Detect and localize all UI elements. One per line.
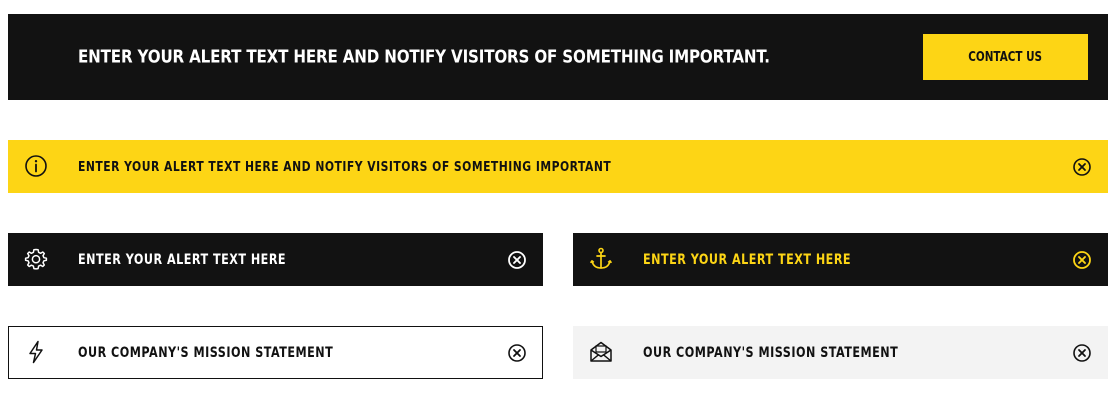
alert-banner-info: ENTER YOUR ALERT TEXT HERE AND NOTIFY VI… xyxy=(8,140,1108,193)
alert-text: ENTER YOUR ALERT TEXT HERE AND NOTIFY VI… xyxy=(78,46,770,68)
alert-text: ENTER YOUR ALERT TEXT HERE xyxy=(78,251,287,268)
lightning-icon xyxy=(23,339,49,365)
alert-text: OUR COMPANY'S MISSION STATEMENT xyxy=(643,344,899,361)
close-circle-icon[interactable] xyxy=(1071,342,1093,364)
close-circle-icon[interactable] xyxy=(1071,249,1093,271)
close-circle-icon[interactable] xyxy=(506,249,528,271)
contact-us-button[interactable]: CONTACT US xyxy=(923,34,1088,80)
anchor-icon xyxy=(588,246,614,272)
close-circle-icon[interactable] xyxy=(506,342,528,364)
contact-us-button-label: CONTACT US xyxy=(968,49,1043,65)
gear-icon xyxy=(23,246,49,272)
open-envelope-icon xyxy=(588,339,614,365)
alert-banner-contact: ENTER YOUR ALERT TEXT HERE AND NOTIFY VI… xyxy=(8,14,1108,100)
alert-banner-mission-gray: OUR COMPANY'S MISSION STATEMENT xyxy=(573,326,1108,379)
alert-banner-mission-outlined: OUR COMPANY'S MISSION STATEMENT xyxy=(8,326,543,379)
alert-text: ENTER YOUR ALERT TEXT HERE xyxy=(643,251,852,268)
alert-text: OUR COMPANY'S MISSION STATEMENT xyxy=(78,344,334,361)
alert-banner-anchor: ENTER YOUR ALERT TEXT HERE xyxy=(573,233,1108,286)
alert-text: ENTER YOUR ALERT TEXT HERE AND NOTIFY VI… xyxy=(78,158,612,175)
close-circle-icon[interactable] xyxy=(1071,156,1093,178)
info-icon xyxy=(23,153,49,179)
alert-banner-gear: ENTER YOUR ALERT TEXT HERE xyxy=(8,233,543,286)
